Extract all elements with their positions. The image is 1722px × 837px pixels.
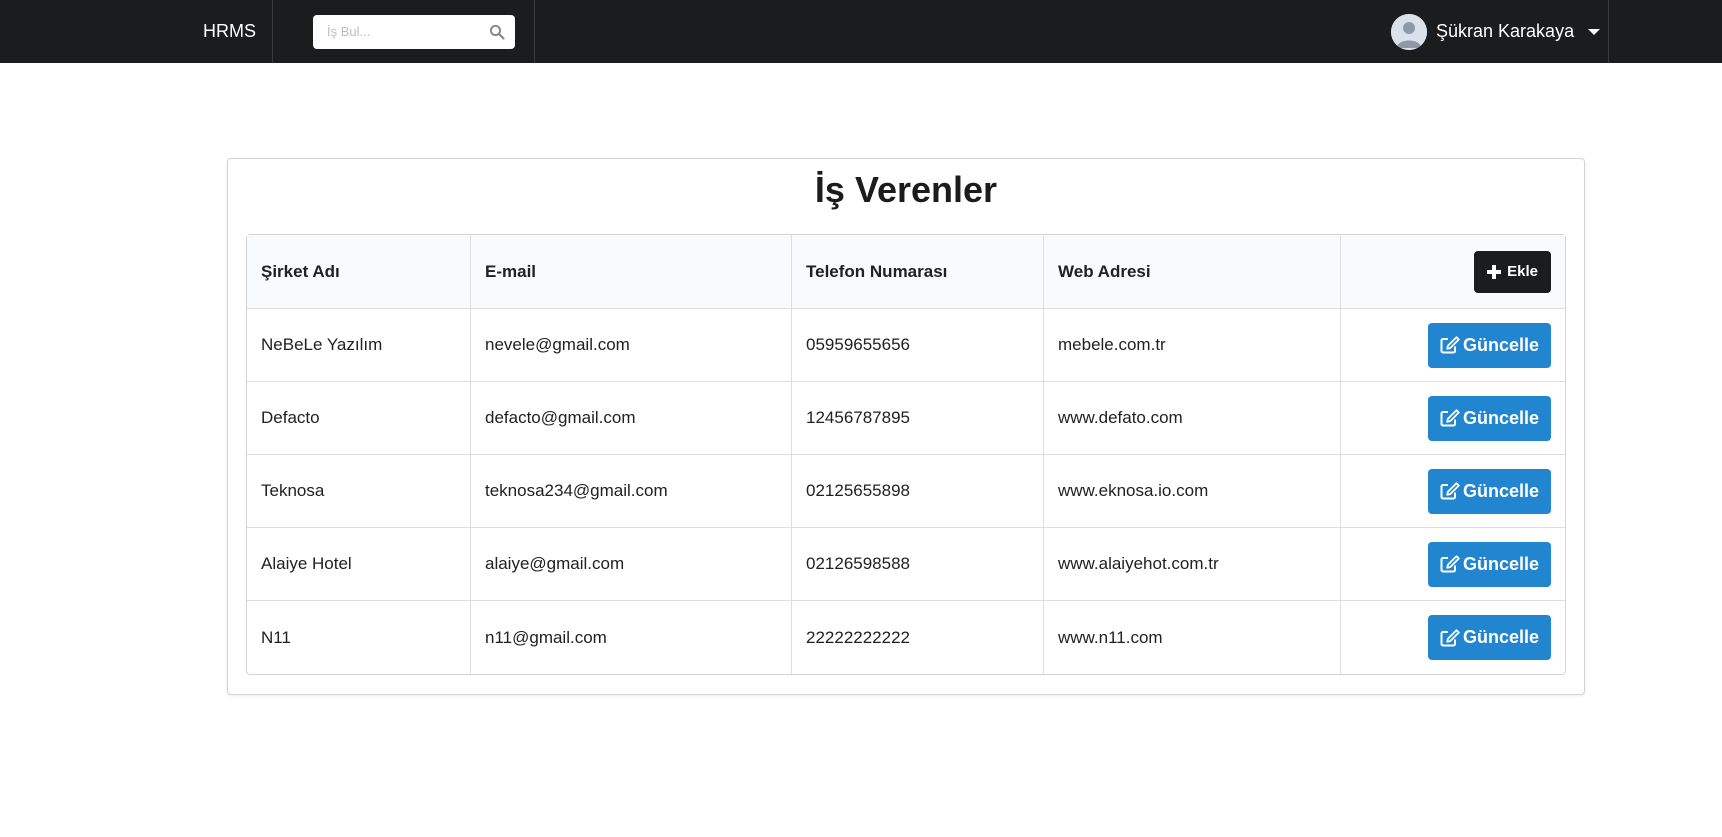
edit-icon (1440, 555, 1460, 573)
cell-action: Güncelle (1340, 455, 1565, 528)
search-icon[interactable] (489, 24, 505, 40)
cell-company: Alaiye Hotel (247, 528, 470, 601)
cell-web: www.alaiyehot.com.tr (1043, 528, 1340, 601)
update-button-label: Güncelle (1462, 407, 1539, 428)
table-row: NeBeLe Yazılım nevele@gmail.com 05959655… (247, 309, 1565, 382)
cell-email: teknosa234@gmail.com (470, 455, 791, 528)
update-button[interactable]: Güncelle (1427, 395, 1551, 441)
table-row: Defacto defacto@gmail.com 12456787895 ww… (247, 382, 1565, 455)
cell-company: N11 (261, 627, 291, 647)
user-name: Şükran Karakaya (1436, 21, 1575, 41)
employers-card: İş Verenler Şirket Adı E-mail Telefon Nu… (227, 158, 1585, 695)
cell-phone: 12456787895 (791, 382, 1043, 455)
table-row: Teknosa teknosa234@gmail.com 02125655898… (247, 455, 1565, 528)
update-button-label: Güncelle (1462, 334, 1539, 355)
edit-icon (1440, 409, 1460, 427)
cell-company: NeBeLe Yazılım (247, 309, 470, 382)
update-button-label: Güncelle (1462, 553, 1539, 574)
brand-link[interactable]: HRMS (183, 0, 273, 63)
cell-action: Güncelle (1340, 601, 1565, 674)
cell-company: Defacto (247, 382, 470, 455)
plus-icon (1487, 264, 1502, 279)
update-button[interactable]: Güncelle (1427, 541, 1551, 587)
cell-company: Teknosa (247, 455, 470, 528)
cell-email: defacto@gmail.com (470, 382, 791, 455)
header-company: Şirket Adı (247, 235, 470, 309)
header-web: Web Adresi (1043, 235, 1340, 309)
search-area (293, 0, 535, 63)
cell-web: www.eknosa.io.com (1043, 455, 1340, 528)
cell-email: nevele@gmail.com (470, 309, 791, 382)
header-action: Ekle (1340, 235, 1565, 309)
search-input[interactable] (313, 14, 515, 49)
cell-email: n11@gmail.com (470, 601, 791, 674)
table-row: Alaiye Hotel alaiye@gmail.com 0212659858… (247, 528, 1565, 601)
add-employer-button[interactable]: Ekle (1474, 250, 1551, 293)
update-button-label: Güncelle (1462, 480, 1539, 501)
add-button-label: Ekle (1507, 263, 1538, 280)
table-row: N11 n11@gmail.com 22222222222 www.n11.co… (247, 601, 1565, 674)
cell-phone: 02125655898 (791, 455, 1043, 528)
cell-action: Güncelle (1340, 382, 1565, 455)
cell-web: www.defato.com (1043, 382, 1340, 455)
cell-phone: 02126598588 (791, 528, 1043, 601)
header-phone: Telefon Numarası (791, 235, 1043, 309)
cell-action: Güncelle (1340, 309, 1565, 382)
cell-web: www.n11.com (1043, 601, 1340, 674)
update-button[interactable]: Güncelle (1427, 322, 1551, 368)
header-email: E-mail (470, 235, 791, 309)
update-button-label: Güncelle (1462, 627, 1539, 647)
top-navbar: HRMS Şükran Karakaya (0, 0, 1722, 63)
cell-phone: 22222222222 (791, 601, 1043, 674)
update-button[interactable]: Güncelle (1427, 468, 1551, 514)
page-title: İş Verenler (814, 169, 998, 210)
update-button[interactable]: Güncelle (1427, 615, 1551, 660)
cell-phone: 05959655656 (791, 309, 1043, 382)
cell-action: Güncelle (1340, 528, 1565, 601)
search-box (313, 14, 515, 49)
cell-email: alaiye@gmail.com (470, 528, 791, 601)
edit-icon (1440, 336, 1460, 354)
edit-icon (1440, 628, 1460, 646)
employers-table: Şirket Adı E-mail Telefon Numarası Web A… (246, 234, 1566, 675)
user-dropdown[interactable]: Şükran Karakaya (1377, 0, 1609, 63)
user-avatar-icon (1391, 13, 1427, 50)
edit-icon (1440, 482, 1460, 500)
cell-web: mebele.com.tr (1043, 309, 1340, 382)
table-header-row: Şirket Adı E-mail Telefon Numarası Web A… (247, 235, 1565, 309)
caret-down-icon (1588, 28, 1601, 35)
